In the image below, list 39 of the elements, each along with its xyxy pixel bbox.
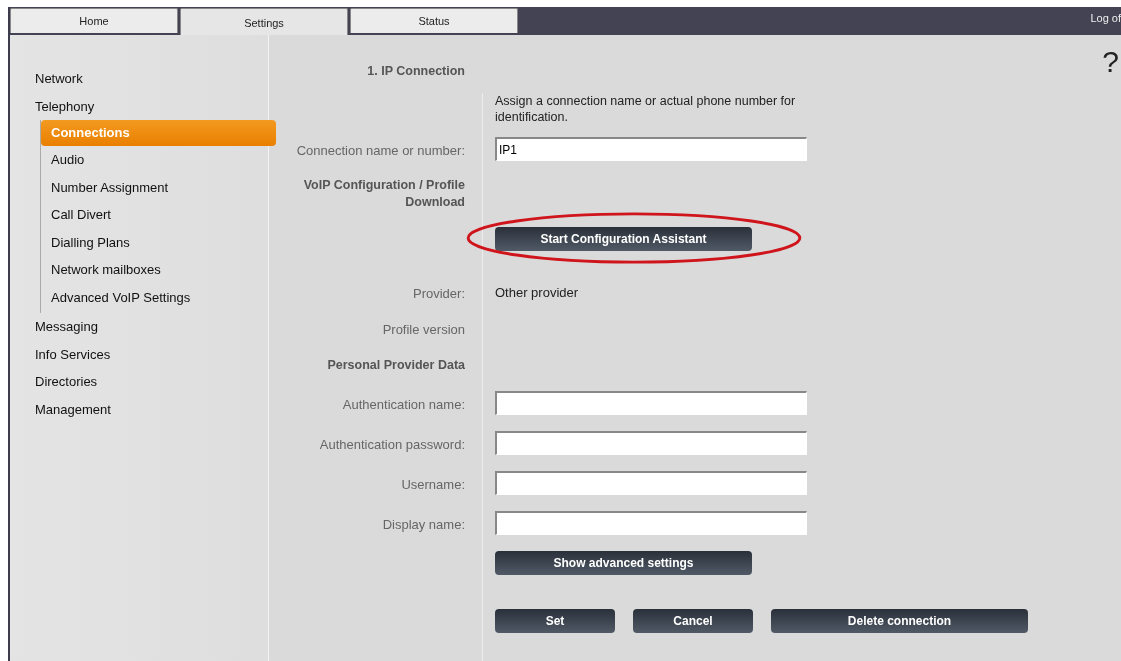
- section-heading: 1. IP Connection: [367, 63, 465, 80]
- sidebar-item[interactable]: Call Divert: [41, 201, 268, 229]
- action-button[interactable]: Delete connection: [771, 609, 1028, 633]
- sidebar-item[interactable]: Directories: [10, 368, 268, 396]
- field-label: Provider:: [412, 285, 465, 302]
- text-field[interactable]: [495, 431, 807, 455]
- sidebar-item[interactable]: Audio: [41, 146, 268, 174]
- sidebar-item[interactable]: Network: [10, 65, 268, 93]
- field-value: Other provider: [495, 285, 579, 300]
- sidebar-item[interactable]: Messaging: [10, 313, 268, 341]
- sidebar-item[interactable]: Number Assignment: [41, 173, 268, 201]
- field-label: Connection name or number:: [296, 142, 465, 159]
- field-label: Profile version: [382, 321, 465, 338]
- nav-tab[interactable]: Status: [350, 8, 518, 33]
- section-heading: VoIP Configuration / Profile Download: [302, 177, 465, 211]
- sidebar-item[interactable]: Network mailboxes: [41, 256, 268, 284]
- sidebar-item[interactable]: Dialling Plans: [41, 228, 268, 256]
- text-field[interactable]: [495, 511, 807, 535]
- logoff-link[interactable]: Log of: [1090, 7, 1121, 35]
- text-field[interactable]: [495, 391, 807, 415]
- action-button[interactable]: Show advanced settings: [495, 551, 752, 575]
- nav-tab[interactable]: Settings: [180, 8, 348, 36]
- action-button[interactable]: Cancel: [633, 609, 753, 633]
- section-heading: Personal Provider Data: [327, 357, 465, 374]
- help-icon[interactable]: ?: [1102, 47, 1119, 77]
- action-button[interactable]: Start Configuration Assistant: [495, 227, 752, 251]
- text-field[interactable]: IP1: [495, 137, 807, 161]
- description-text: Assign a connection name or actual phone number for identification.: [495, 93, 797, 125]
- field-label: Authentication password:: [319, 436, 465, 453]
- sidebar-item[interactable]: Telephony: [10, 92, 268, 120]
- field-label: Username:: [401, 476, 465, 493]
- sidebar-item[interactable]: Management: [10, 395, 268, 423]
- text-field[interactable]: [495, 471, 807, 495]
- field-label: Authentication name:: [342, 396, 465, 413]
- field-label: Display name:: [382, 516, 465, 533]
- sidebar-item[interactable]: Info Services: [10, 340, 268, 368]
- sidebar-item[interactable]: Advanced VoIP Settings: [41, 283, 268, 311]
- action-button[interactable]: Set: [495, 609, 615, 633]
- nav-tab[interactable]: Home: [10, 8, 178, 33]
